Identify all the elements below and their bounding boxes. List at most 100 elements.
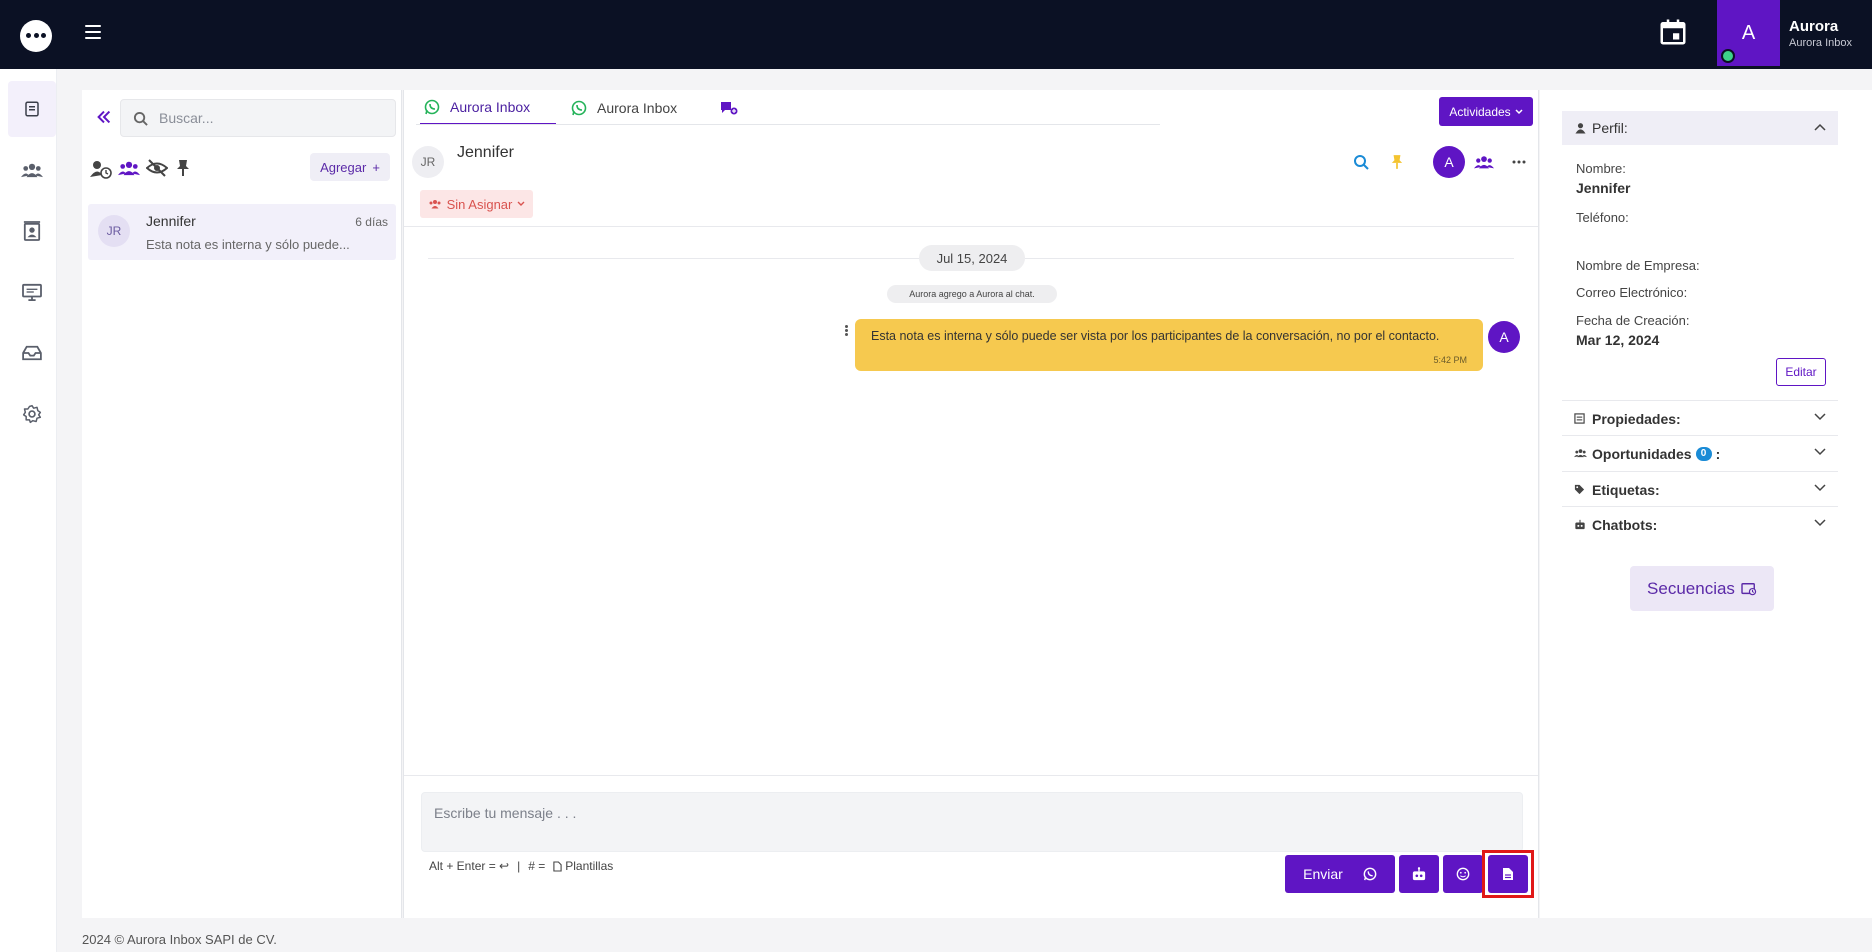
search-input[interactable] <box>159 100 389 136</box>
message-input[interactable] <box>421 792 1523 852</box>
plus-icon: + <box>372 159 380 175</box>
tabs-divider <box>416 124 1160 125</box>
tab-aurora-inbox-2[interactable]: Aurora Inbox <box>567 90 707 125</box>
participants-icon[interactable] <box>1472 150 1496 174</box>
team-icon <box>429 200 441 209</box>
settings-gear-icon[interactable] <box>8 386 56 442</box>
contacts-group-icon[interactable] <box>8 142 56 198</box>
chat-logo-icon[interactable] <box>20 20 52 52</box>
left-nav <box>0 69 57 952</box>
collapse-double-chevron-icon[interactable] <box>95 108 115 128</box>
search-box <box>120 99 396 137</box>
more-options-icon[interactable] <box>1507 150 1531 174</box>
contact-card-icon[interactable] <box>8 203 56 259</box>
templates-label: Plantillas <box>565 859 614 873</box>
empresa-label: Nombre de Empresa: <box>1576 258 1700 273</box>
pin-icon[interactable] <box>176 159 198 179</box>
message-bubble: Esta nota es interna y sólo puede ser vi… <box>855 319 1483 371</box>
send-button[interactable]: Enviar <box>1285 855 1395 893</box>
composer-divider <box>404 775 1538 776</box>
inbox-tray-icon[interactable] <box>8 325 56 381</box>
search-icon <box>133 111 148 126</box>
top-bar: A Aurora Aurora Inbox <box>0 0 1872 69</box>
templates-hint[interactable]: Plantillas <box>553 859 613 873</box>
etiquetas-section[interactable]: Etiquetas: <box>1562 471 1838 507</box>
calendar-icon[interactable] <box>1658 17 1692 51</box>
user-icon <box>1575 123 1586 134</box>
hidden-icon[interactable] <box>145 159 169 179</box>
whatsapp-icon <box>571 100 587 115</box>
assigned-user-icon[interactable] <box>90 159 112 179</box>
perfil-section-header[interactable]: Perfil: <box>1562 111 1838 145</box>
actividades-label: Actividades <box>1449 104 1511 119</box>
chatbots-label: Chatbots: <box>1592 517 1658 533</box>
system-message: Aurora agrego a Aurora al chat. <box>887 285 1057 303</box>
chevron-down-icon <box>1814 519 1826 527</box>
correo-label: Correo Electrónico: <box>1576 285 1688 300</box>
contact-name: Jennifer <box>457 144 514 161</box>
conversations-icon[interactable] <box>8 81 56 137</box>
nombre-label: Nombre: <box>1576 161 1626 176</box>
secuencias-button[interactable]: Secuencias <box>1630 566 1774 611</box>
conversation-name: Jennifer <box>146 213 196 229</box>
conversation-list-panel: Agregar + JR Jennifer 6 días Esta nota e… <box>82 90 402 918</box>
smiley-icon <box>1456 867 1470 881</box>
oportunidades-section[interactable]: Oportunidades 0 : <box>1562 435 1838 471</box>
etiquetas-label: Etiquetas: <box>1592 482 1660 498</box>
robot-icon <box>1575 519 1585 530</box>
hash-hint: # = <box>528 859 546 873</box>
chat-header-divider <box>404 226 1538 227</box>
message-time: 5:42 PM <box>1433 355 1467 365</box>
assigned-agent-avatar[interactable]: A <box>1433 146 1465 178</box>
tab-new-chat[interactable] <box>714 90 744 125</box>
actividades-dropdown-button[interactable]: Actividades <box>1439 97 1533 126</box>
chevron-down-icon <box>517 201 525 206</box>
composer-hints: Alt + Enter = ↩ | # = Plantillas <box>429 859 613 873</box>
secuencias-label: Secuencias <box>1647 578 1735 598</box>
conversation-list-item[interactable]: JR Jennifer 6 días Esta nota es interna … <box>88 204 396 260</box>
assign-label: Sin Asignar <box>446 196 513 212</box>
telefono-label: Teléfono: <box>1576 210 1629 225</box>
fecha-label: Fecha de Creación: <box>1576 313 1690 328</box>
assign-dropdown-button[interactable]: Sin Asignar <box>420 190 533 218</box>
monitor-icon[interactable] <box>8 264 56 320</box>
team-icon <box>1574 449 1587 458</box>
robot-icon <box>1412 867 1426 881</box>
list-icon <box>1574 413 1585 424</box>
chatbot-button[interactable] <box>1399 855 1439 893</box>
tab-label: Aurora Inbox <box>597 99 678 116</box>
chatbots-section[interactable]: Chatbots: <box>1562 506 1838 542</box>
whatsapp-icon <box>424 99 440 114</box>
footer-copyright: 2024 © Aurora Inbox SAPI de CV. <box>82 932 277 947</box>
oportunidades-count-badge: 0 <box>1695 447 1712 461</box>
add-conversation-button[interactable]: Agregar + <box>310 153 390 181</box>
tags-icon <box>1574 484 1585 495</box>
contact-avatar: JR <box>412 146 444 178</box>
edit-profile-button[interactable]: Editar <box>1776 358 1826 386</box>
tab-aurora-inbox-1[interactable]: Aurora Inbox <box>420 90 556 125</box>
chevron-down-icon <box>1515 108 1523 114</box>
pin-icon[interactable] <box>1385 150 1409 174</box>
conversation-preview: Esta nota es interna y sólo puede... <box>146 237 350 252</box>
team-icon[interactable] <box>118 159 140 179</box>
emoji-button[interactable] <box>1443 855 1483 893</box>
oportunidades-suffix: : <box>1715 446 1721 462</box>
chevron-down-icon <box>1814 413 1826 421</box>
nombre-value: Jennifer <box>1576 180 1631 196</box>
fecha-value: Mar 12, 2024 <box>1576 332 1660 348</box>
conversation-avatar: JR <box>98 215 130 247</box>
user-name: Aurora <box>1789 18 1839 35</box>
add-label: Agregar <box>320 159 367 175</box>
highlight-box <box>1482 850 1534 898</box>
perfil-title: Perfil: <box>1592 120 1628 136</box>
message-options-icon[interactable] <box>841 324 851 340</box>
date-chip: Jul 15, 2024 <box>919 245 1025 271</box>
search-icon[interactable] <box>1349 150 1373 174</box>
oportunidades-label-group: Oportunidades 0 : <box>1592 446 1720 462</box>
hamburger-icon[interactable] <box>85 25 101 39</box>
new-chat-icon <box>721 101 738 114</box>
chevron-up-icon <box>1814 123 1826 131</box>
chevron-down-icon <box>1814 484 1826 492</box>
user-subtitle: Aurora Inbox <box>1789 37 1852 49</box>
propiedades-section[interactable]: Propiedades: <box>1562 400 1838 436</box>
